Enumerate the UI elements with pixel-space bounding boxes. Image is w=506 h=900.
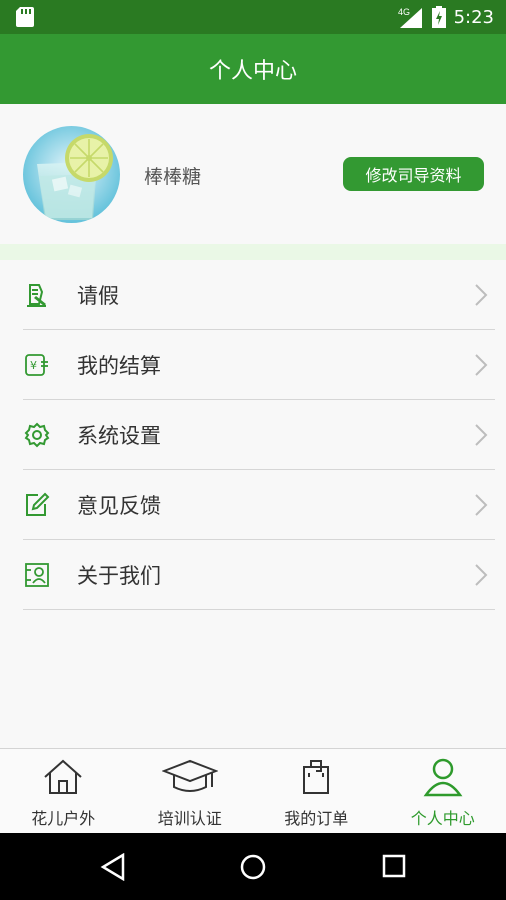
menu-item-about[interactable]: 关于我们: [0, 540, 506, 610]
bottom-nav: 花儿户外 培训认证 我的订单 个人中心: [0, 748, 506, 834]
nav-tab-training[interactable]: 培训认证: [127, 749, 254, 834]
back-icon[interactable]: [100, 853, 126, 881]
nav-label-training: 培训认证: [157, 809, 222, 828]
signal-icon: 4G: [398, 7, 422, 28]
menu-label-settings: 系统设置: [77, 424, 161, 448]
profile-section: 棒棒糖 修改司导资料: [0, 104, 506, 244]
battery-charging-icon: [431, 6, 446, 28]
nav-tab-outdoor[interactable]: 花儿户外: [0, 749, 127, 834]
menu-item-feedback[interactable]: 意见反馈: [0, 470, 506, 540]
app-bar: 个人中心: [0, 34, 506, 104]
sd-card-icon: [16, 7, 34, 27]
nav-tab-profile[interactable]: 个人中心: [380, 749, 506, 834]
menu-label-about: 关于我们: [77, 564, 161, 588]
leave-request-icon: [27, 284, 46, 307]
nav-tab-orders[interactable]: 我的订单: [253, 749, 380, 834]
edit-guide-profile-button[interactable]: 修改司导资料: [343, 157, 484, 191]
chevron-right-icon: [475, 284, 488, 306]
menu-item-leave[interactable]: 请假: [0, 260, 506, 330]
home-icon: [44, 759, 82, 794]
nav-label-profile: 个人中心: [410, 809, 475, 828]
menu-label-settlement: 我的结算: [77, 354, 161, 378]
nav-label-orders: 我的订单: [284, 809, 349, 828]
recents-icon[interactable]: [382, 854, 406, 878]
nav-label-outdoor: 花儿户外: [31, 809, 96, 828]
status-bar: 4G 5:23: [0, 0, 506, 34]
menu-label-leave: 请假: [77, 284, 119, 308]
chevron-right-icon: [475, 424, 488, 446]
chevron-right-icon: [475, 494, 488, 516]
graduation-cap-icon: [161, 759, 218, 792]
menu-item-settings[interactable]: 系统设置: [0, 400, 506, 470]
menu-item-settlement[interactable]: ¥ 我的结算: [0, 330, 506, 400]
menu-list: 请假 ¥ 我的结算 系统设置 意见反馈 关于我们: [0, 260, 506, 610]
status-time: 5:23: [453, 6, 494, 28]
gear-icon: [24, 422, 50, 448]
menu-label-feedback: 意见反馈: [77, 494, 161, 518]
section-divider: [0, 244, 506, 260]
home-button-icon[interactable]: [239, 853, 267, 881]
avatar-image: [23, 126, 120, 223]
order-bag-icon: [303, 760, 330, 794]
page-title: 个人中心: [208, 59, 297, 84]
system-nav-bar: [0, 833, 506, 900]
menu-divider: [23, 609, 495, 610]
settlement-icon: ¥: [25, 354, 48, 376]
contact-card-icon: [25, 563, 49, 587]
chevron-right-icon: [475, 564, 488, 586]
svg-text:4G: 4G: [398, 7, 410, 17]
chevron-right-icon: [475, 354, 488, 376]
avatar[interactable]: [23, 126, 120, 223]
svg-text:¥: ¥: [30, 359, 37, 372]
username: 棒棒糖: [144, 166, 202, 188]
person-icon: [423, 758, 463, 797]
edit-feedback-icon: [26, 492, 50, 516]
